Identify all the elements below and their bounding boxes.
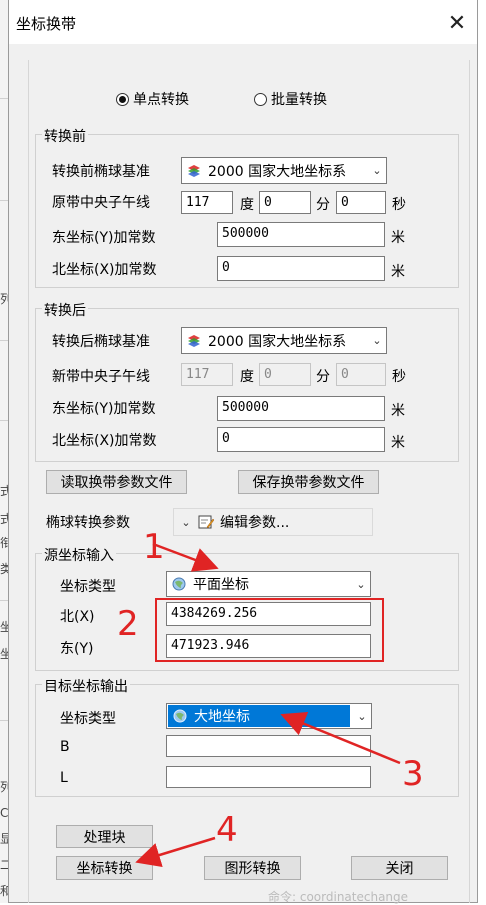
annotation-number-1: 1 (143, 527, 165, 567)
annotation-number-2: 2 (117, 604, 139, 644)
annotation-number-3: 3 (402, 754, 424, 794)
annotation-number-4: 4 (216, 810, 238, 850)
